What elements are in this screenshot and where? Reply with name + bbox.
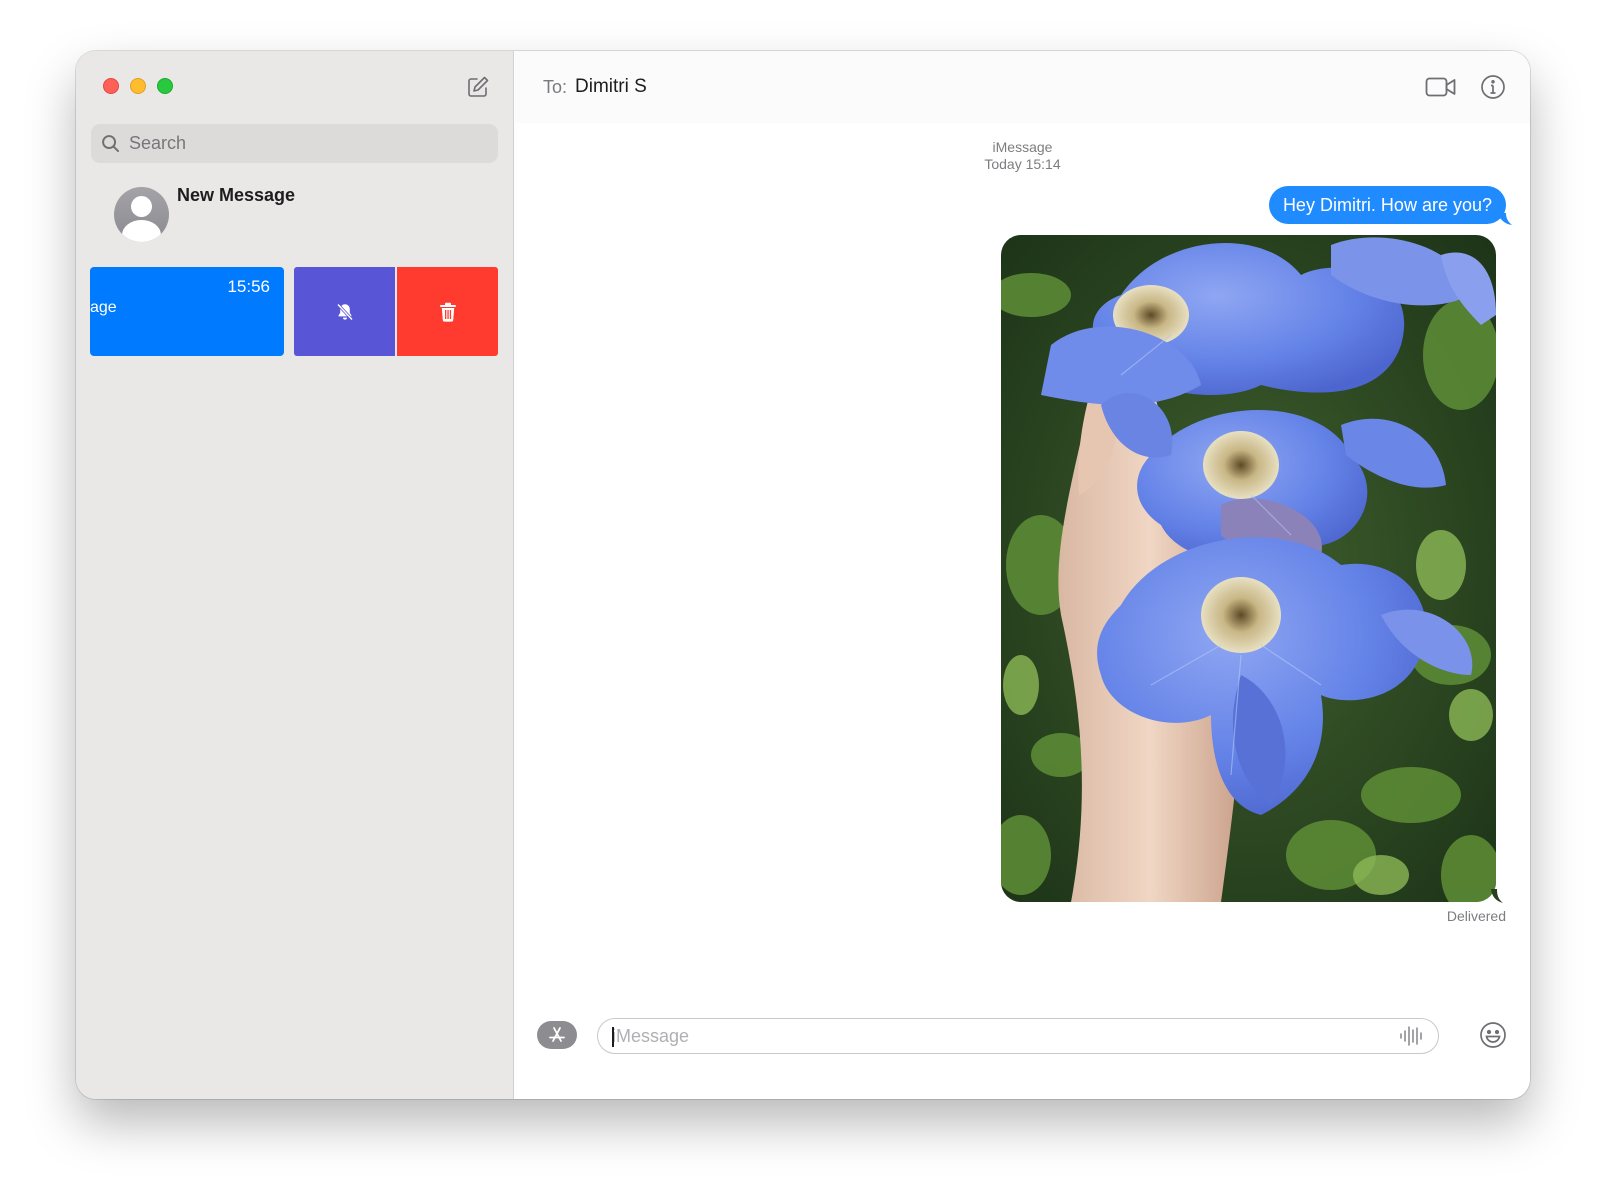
emoji-icon	[1480, 1022, 1506, 1048]
thread-timestamp: Today 15:14	[984, 156, 1061, 172]
audio-message-button[interactable]	[1398, 1024, 1424, 1048]
sidebar: New Message 15:56 age	[76, 51, 514, 1099]
conversation-item-swiped[interactable]: 15:56 age	[90, 267, 284, 356]
conversation-pane: To: Dimitri S iMessage Today 15:14 Hey D…	[515, 51, 1530, 1099]
emoji-button[interactable]	[1478, 1020, 1508, 1050]
service-label: iMessage	[992, 139, 1053, 155]
facetime-video-button[interactable]	[1424, 73, 1458, 101]
recipient-name[interactable]: Dimitri S	[575, 76, 647, 98]
to-label: To:	[543, 77, 568, 97]
waveform-icon	[1400, 1026, 1422, 1046]
details-button[interactable]	[1478, 72, 1508, 102]
text-caret	[612, 1027, 614, 1047]
conversation-header: To: Dimitri S	[515, 51, 1530, 123]
trash-icon	[439, 302, 456, 322]
mute-alerts-button[interactable]	[294, 267, 395, 356]
apps-button[interactable]	[537, 1021, 577, 1049]
video-camera-icon	[1425, 77, 1456, 97]
avatar	[114, 187, 169, 242]
compose-icon	[468, 76, 489, 97]
delete-conversation-button[interactable]	[397, 267, 498, 356]
messages-window: New Message 15:56 age	[76, 51, 1530, 1099]
search-icon	[101, 134, 121, 154]
app-store-icon	[549, 1027, 565, 1042]
conversation-time: 15:56	[227, 277, 270, 296]
delivery-status: Delivered	[1446, 908, 1506, 924]
close-window-button[interactable]	[103, 78, 119, 94]
flower-photo	[1001, 235, 1496, 902]
photo-tail	[1491, 889, 1503, 903]
photo-attachment[interactable]	[1001, 235, 1496, 902]
bell-slash-icon	[336, 302, 353, 321]
minimize-window-button[interactable]	[130, 78, 146, 94]
search-bar	[91, 124, 498, 163]
conversation-title: New Message	[177, 185, 296, 205]
message-input[interactable]	[598, 1019, 1398, 1053]
info-circle-icon	[1481, 75, 1505, 99]
message-composer	[597, 1018, 1439, 1054]
compose-button[interactable]	[464, 73, 492, 101]
search-input[interactable]	[121, 124, 498, 163]
conversation-preview: age	[90, 299, 117, 316]
conversation-item-new-message[interactable]: New Message	[76, 179, 513, 259]
message-bubble-sent[interactable]: Hey Dimitri. How are you?	[1268, 186, 1506, 224]
bubble-tail	[1498, 213, 1512, 225]
zoom-window-button[interactable]	[157, 78, 173, 94]
